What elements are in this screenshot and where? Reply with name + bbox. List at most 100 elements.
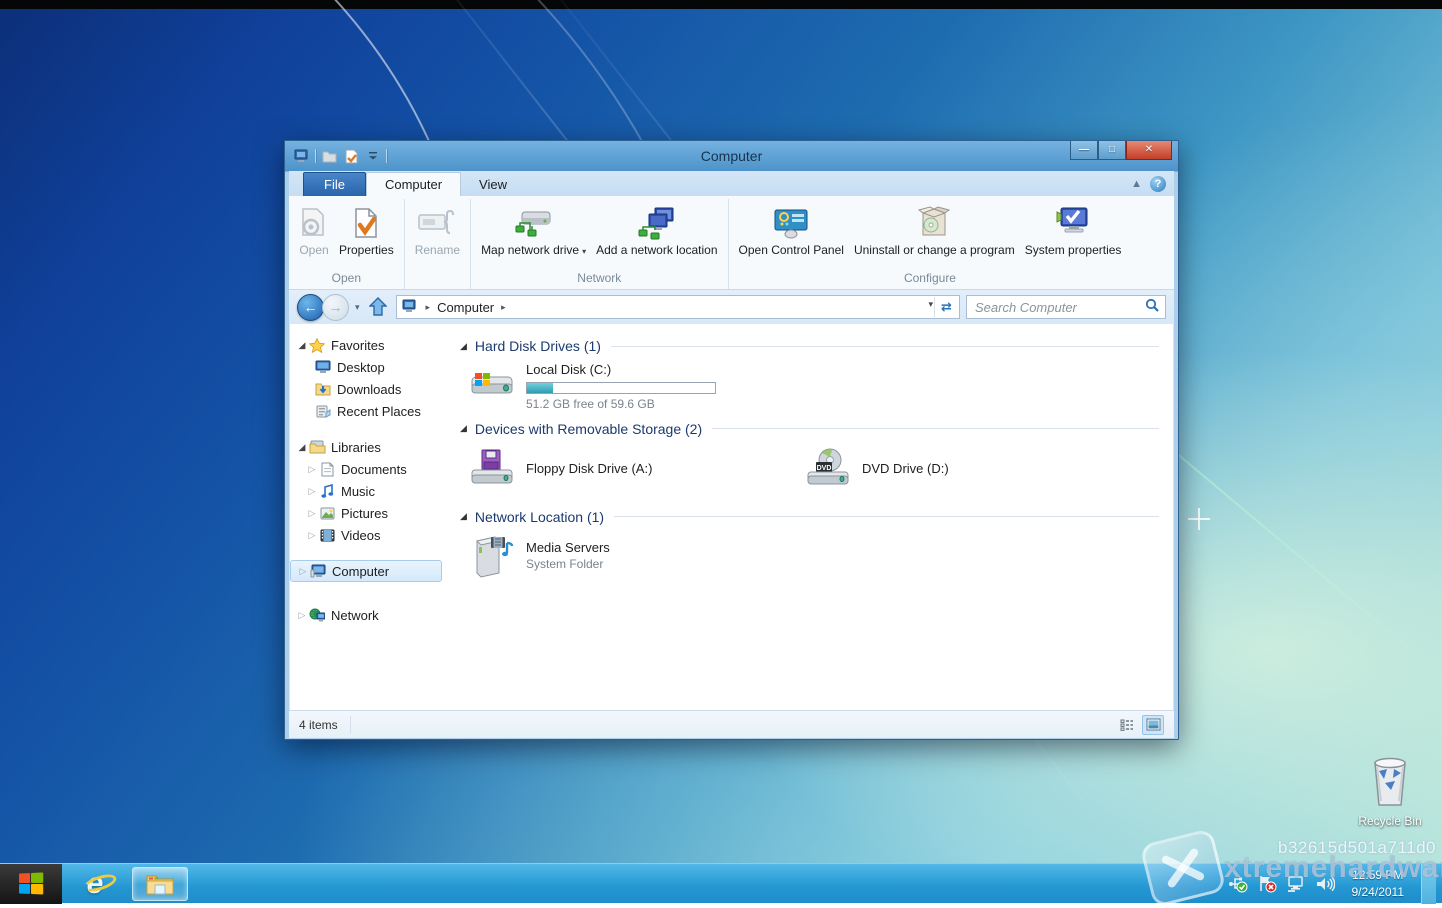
search-icon[interactable] (1145, 298, 1159, 317)
sidebar-item-downloads[interactable]: Downloads (290, 378, 450, 400)
section-network-location[interactable]: ◢ Network Location (1) (460, 509, 1159, 525)
add-network-location-button[interactable]: Add a network location (592, 203, 721, 260)
expander-expanded-icon[interactable]: ◢ (296, 442, 308, 453)
thumbnail-view-button[interactable] (1142, 715, 1164, 735)
taskbar: e 12:59 PM 9/24/2011 (0, 863, 1442, 903)
capacity-bar (526, 382, 716, 394)
maximize-button[interactable]: □ (1098, 141, 1126, 160)
clock-date: 9/24/2011 (1352, 884, 1405, 900)
taskbar-internet-explorer[interactable]: e (72, 864, 118, 904)
open-control-panel-button[interactable]: Open Control Panel (735, 203, 848, 260)
drive-item-floppy-a[interactable]: Floppy Disk Drive (A:) (466, 447, 796, 493)
close-button[interactable]: ✕ (1126, 141, 1172, 160)
expander-collapsed-icon[interactable]: ▷ (306, 486, 318, 497)
start-button[interactable] (0, 864, 62, 904)
properties-button[interactable]: Properties (335, 203, 398, 260)
clock-time: 12:59 PM (1352, 867, 1405, 883)
address-bar[interactable]: ▸ Computer ▸ ▾ ⇄ (396, 295, 960, 319)
sidebar-item-network[interactable]: ▷ Network (290, 604, 450, 626)
sidebar-item-pictures[interactable]: ▷ Pictures (290, 502, 450, 524)
hard-drive-icon (466, 363, 518, 409)
qat-dropdown-icon[interactable] (364, 147, 382, 165)
show-desktop-button[interactable] (1421, 864, 1436, 904)
expander-expanded-icon[interactable]: ◢ (296, 340, 308, 351)
tab-view[interactable]: View (461, 173, 525, 196)
build-watermark: b32615d501a711d0 (1278, 838, 1436, 858)
forward-button[interactable]: → (322, 294, 349, 321)
help-icon[interactable]: ? (1150, 176, 1166, 192)
sidebar-item-favorites[interactable]: ◢ Favorites (290, 334, 450, 356)
expander-collapsed-icon[interactable]: ▷ (297, 566, 309, 577)
section-collapse-icon[interactable]: ◢ (460, 511, 467, 522)
recycle-bin[interactable]: Recycle Bin (1352, 755, 1428, 828)
map-drive-dropdown-icon: ▾ (582, 247, 586, 256)
system-properties-button[interactable]: System properties (1021, 203, 1126, 260)
section-removable-storage[interactable]: ◢ Devices with Removable Storage (2) (460, 421, 1159, 437)
sidebar-item-recent-places[interactable]: Recent Places (290, 400, 450, 422)
volume-icon[interactable] (1315, 874, 1335, 894)
control-panel-icon (773, 205, 809, 241)
taskbar-clock[interactable]: 12:59 PM 9/24/2011 (1344, 867, 1413, 899)
expander-collapsed-icon[interactable]: ▷ (306, 508, 318, 519)
window-title: Computer (289, 148, 1174, 164)
recent-pages-dropdown-icon[interactable]: ▾ (355, 302, 360, 313)
group-label-rename (411, 271, 464, 289)
refresh-button[interactable]: ⇄ (934, 297, 958, 317)
sidebar-item-music[interactable]: ▷ Music (290, 480, 450, 502)
network-status-icon[interactable] (1286, 874, 1306, 894)
system-menu-icon[interactable] (293, 147, 311, 165)
media-server-icon (466, 533, 518, 579)
breadcrumb-chevron-icon[interactable]: ▸ (426, 302, 431, 313)
expander-collapsed-icon[interactable]: ▷ (306, 464, 318, 475)
drive-name: DVD Drive (D:) (862, 461, 949, 478)
details-view-button[interactable] (1116, 715, 1138, 735)
recent-places-icon (314, 403, 332, 419)
navigation-pane: ◢ Favorites Desktop Downloads (290, 324, 450, 710)
search-input[interactable] (973, 299, 1145, 316)
section-hard-disk-drives[interactable]: ◢ Hard Disk Drives (1) (460, 338, 1159, 354)
search-box[interactable] (966, 295, 1166, 319)
videos-icon (318, 527, 336, 543)
quick-access-toolbar (289, 141, 387, 171)
action-center-flag-icon[interactable] (1257, 874, 1277, 894)
up-button[interactable] (366, 295, 390, 319)
tab-file[interactable]: File (303, 172, 366, 196)
map-network-drive-icon (514, 205, 554, 241)
network-item-media-servers[interactable]: Media Servers System Folder (466, 533, 1159, 579)
drive-item-dvd-d[interactable]: DVD DVD Drive (D:) (802, 447, 1132, 493)
section-collapse-icon[interactable]: ◢ (460, 341, 467, 352)
minimize-button[interactable]: — (1070, 141, 1098, 160)
drive-item-local-disk-c[interactable]: Local Disk (C:) 51.2 GB free of 59.6 GB (466, 362, 1159, 411)
sidebar-item-computer[interactable]: ▷ Computer (290, 560, 442, 582)
safely-remove-hardware-icon[interactable] (1228, 874, 1248, 894)
sidebar-item-videos[interactable]: ▷ Videos (290, 524, 450, 546)
status-bar: 4 items (289, 710, 1174, 738)
items-view: ◢ Hard Disk Drives (1) Local Disk (C:) (450, 324, 1173, 710)
qat-new-folder-icon[interactable] (320, 147, 338, 165)
rename-icon (417, 205, 457, 241)
breadcrumb-computer[interactable]: Computer (437, 300, 494, 315)
titlebar[interactable]: Computer — □ ✕ (289, 141, 1174, 171)
map-network-drive-button[interactable]: Map network drive▾ (477, 203, 590, 260)
svg-text:DVD: DVD (817, 465, 832, 472)
breadcrumb-chevron-icon[interactable]: ▸ (501, 302, 506, 313)
minimize-ribbon-icon[interactable]: ▲ (1131, 178, 1142, 190)
open-button[interactable]: Open (295, 203, 333, 260)
expander-collapsed-icon[interactable]: ▷ (296, 610, 308, 621)
sidebar-item-desktop[interactable]: Desktop (290, 356, 450, 378)
section-collapse-icon[interactable]: ◢ (460, 423, 467, 434)
rename-button[interactable]: Rename (411, 203, 464, 260)
navigation-bar: ← → ▾ ▸ Computer ▸ ▾ ⇄ (289, 290, 1174, 324)
window-controls: — □ ✕ (1070, 141, 1172, 160)
sidebar-item-libraries[interactable]: ◢ Libraries (290, 436, 450, 458)
group-label-network: Network (477, 271, 721, 289)
back-button[interactable]: ← (297, 294, 324, 321)
expander-collapsed-icon[interactable]: ▷ (306, 530, 318, 541)
uninstall-program-button[interactable]: Uninstall or change a program (850, 203, 1019, 260)
qat-properties-icon[interactable] (342, 147, 360, 165)
address-dropdown-icon[interactable]: ▾ (928, 299, 933, 310)
taskbar-explorer-active[interactable] (132, 867, 188, 901)
sidebar-item-documents[interactable]: ▷ Documents (290, 458, 450, 480)
ribbon-group-open: Open Properties Open (289, 199, 404, 289)
tab-computer[interactable]: Computer (366, 172, 461, 196)
